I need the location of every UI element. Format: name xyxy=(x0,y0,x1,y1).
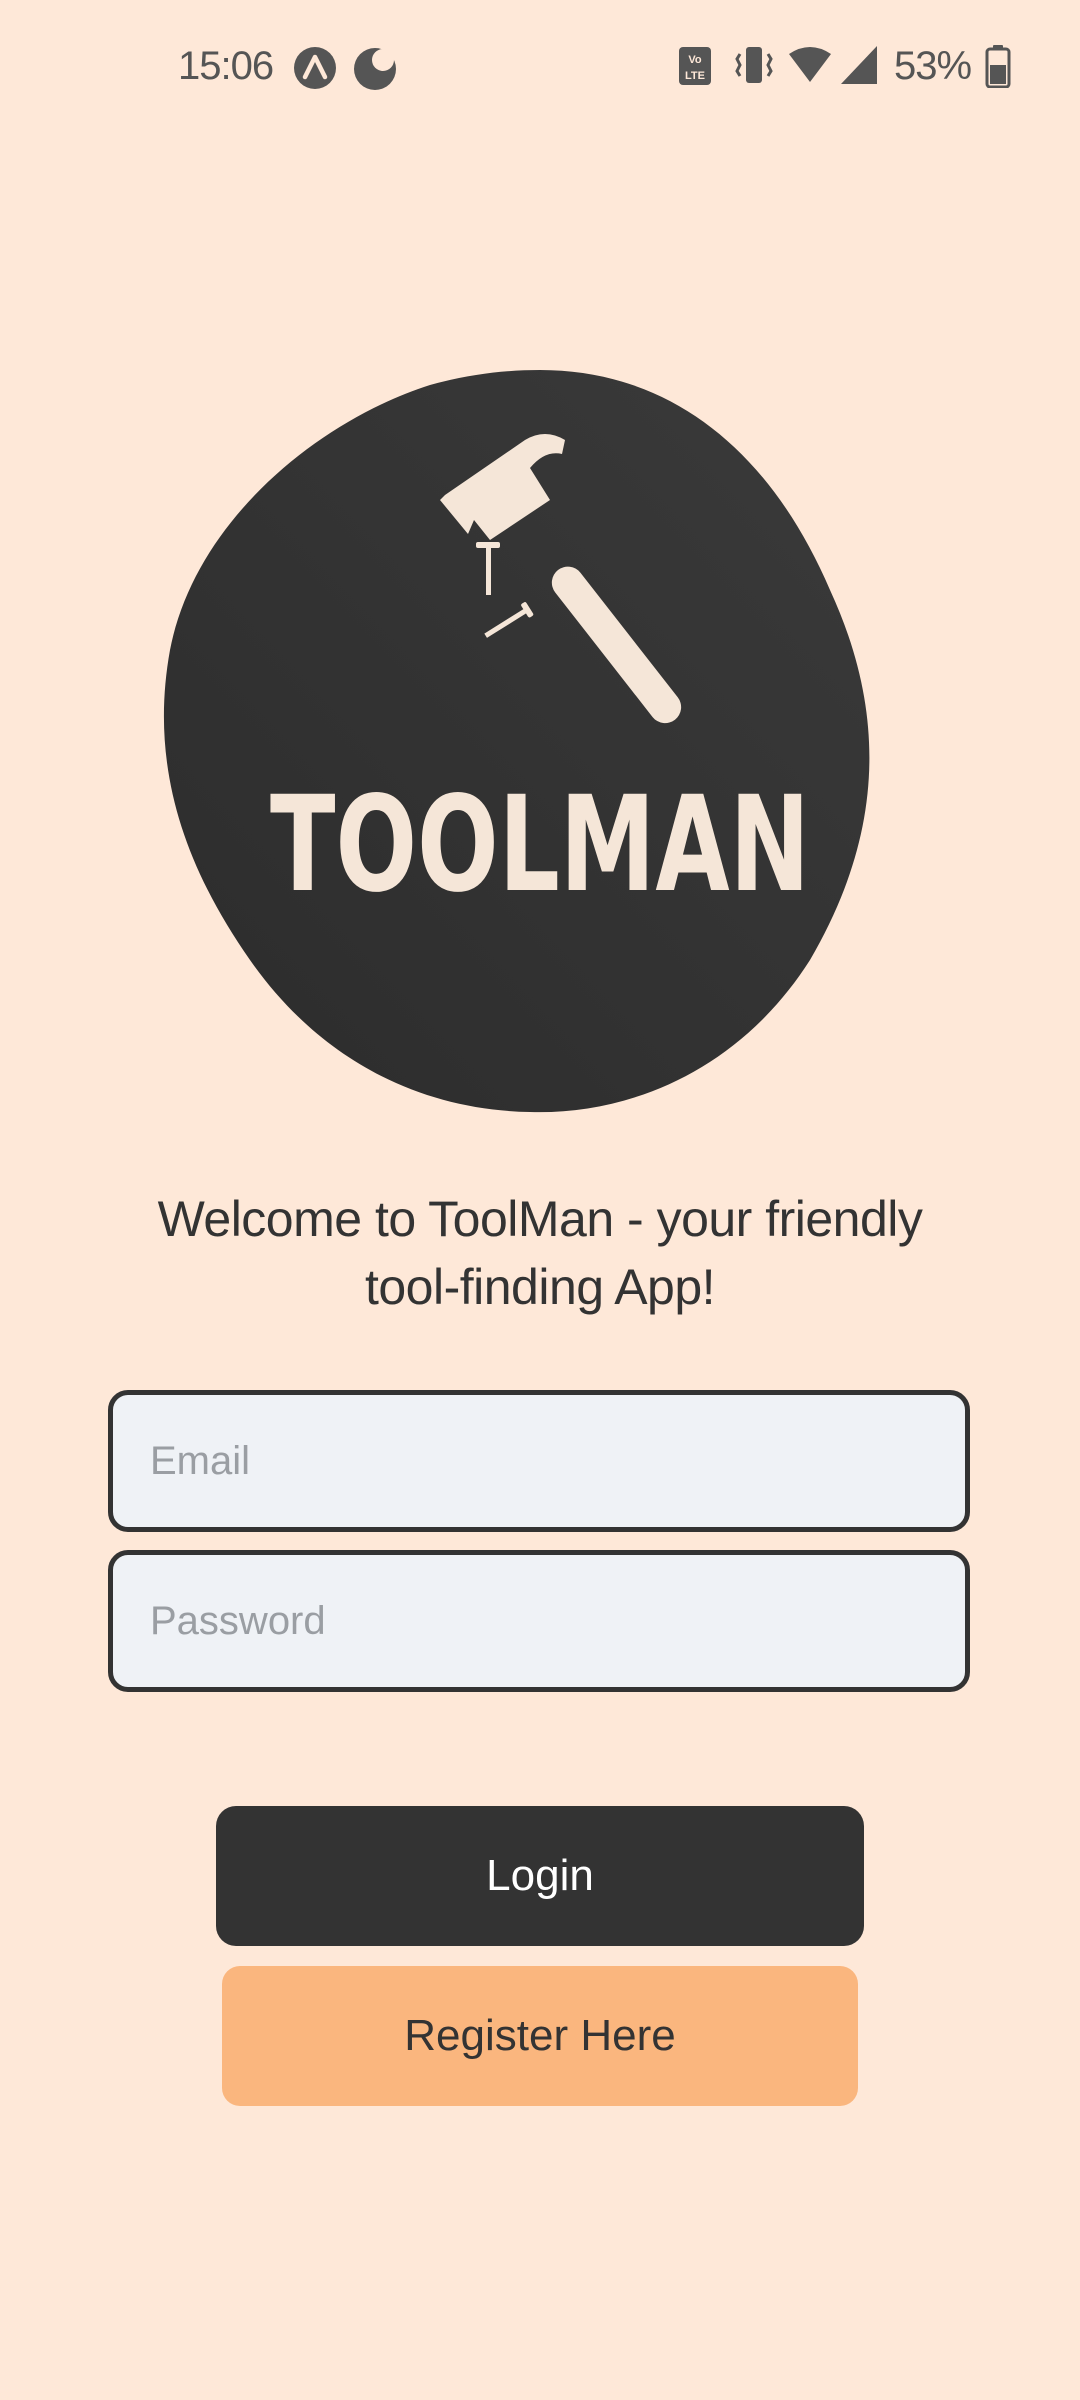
toolman-logo-mark: TOOLMAN xyxy=(163,370,870,1113)
welcome-line-1: Welcome to ToolMan - your friendly xyxy=(157,1191,923,1247)
volte-icon: Vo LTE xyxy=(679,47,711,85)
password-field[interactable] xyxy=(108,1550,970,1692)
welcome-line-2: tool-finding App! xyxy=(364,1259,716,1315)
battery-icon xyxy=(985,45,1011,88)
do-not-disturb-moon-icon xyxy=(354,48,396,90)
wifi-icon xyxy=(789,47,831,82)
app-notification-icon xyxy=(294,47,336,89)
welcome-message: Welcome to ToolMan - your friendly tool-… xyxy=(90,1185,990,1321)
vibrate-icon xyxy=(735,47,773,83)
register-button-label: Register Here xyxy=(404,2011,676,2060)
svg-text:LTE: LTE xyxy=(685,70,705,82)
svg-text:Vo: Vo xyxy=(688,54,702,66)
cellular-signal-icon xyxy=(841,46,877,84)
battery-percent: 53% xyxy=(894,44,972,88)
login-button-label: Login xyxy=(486,1851,594,1900)
toolman-logo: TOOLMAN xyxy=(0,310,1080,1160)
login-button[interactable]: Login xyxy=(216,1806,864,1946)
email-field[interactable] xyxy=(108,1390,970,1532)
status-bar: 15:06 Vo LTE 53% xyxy=(0,0,1080,140)
status-time: 15:06 xyxy=(178,44,274,88)
logo-wordmark: TOOLMAN xyxy=(270,768,810,922)
register-button[interactable]: Register Here xyxy=(222,1966,858,2106)
